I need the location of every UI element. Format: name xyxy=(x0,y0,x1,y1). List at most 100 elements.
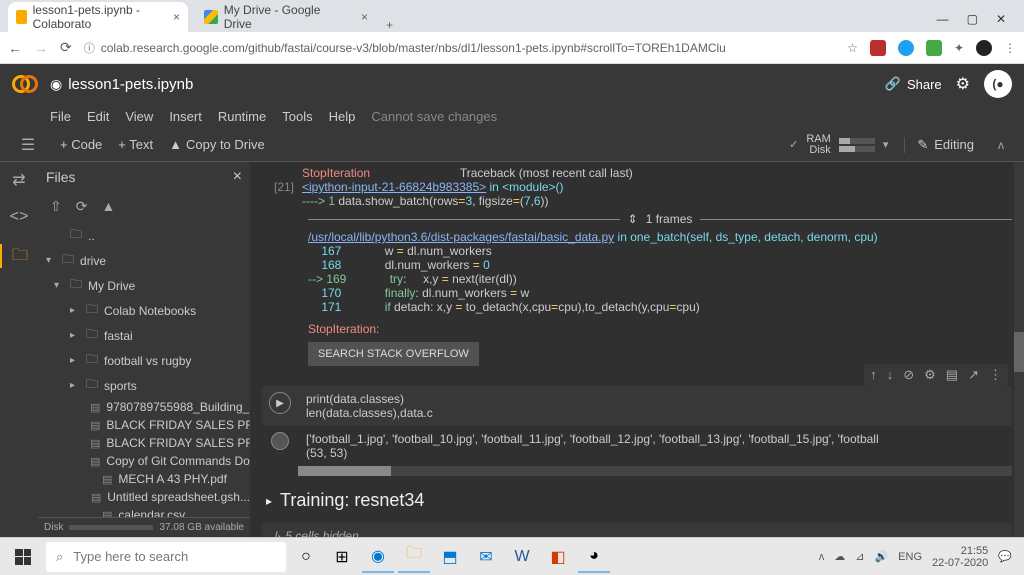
tree-folder[interactable]: ▸🗀sports xyxy=(38,373,250,398)
volume-icon[interactable]: 🔊 xyxy=(874,550,888,563)
vertical-scrollbar[interactable] xyxy=(1014,162,1024,537)
chevron-right-icon[interactable]: ▸ xyxy=(70,380,82,391)
close-panel-icon[interactable]: × xyxy=(233,168,242,186)
browser-menu-icon[interactable]: ⋮ xyxy=(1004,41,1016,55)
run-cell-button[interactable]: ▶ xyxy=(262,386,298,426)
extension-icon[interactable] xyxy=(870,40,886,56)
share-button[interactable]: 🔗 Share xyxy=(885,76,942,92)
cortana-icon[interactable]: ○ xyxy=(290,541,322,573)
add-code-button[interactable]: + Code xyxy=(60,137,102,152)
notebook-title[interactable]: lesson1-pets.ipynb xyxy=(68,76,193,93)
forward-button[interactable]: → xyxy=(34,40,48,56)
wifi-icon[interactable]: ⊿ xyxy=(855,550,864,563)
menu-help[interactable]: Help xyxy=(329,109,356,124)
code-editor[interactable]: print(data.classes) len(data.classes),da… xyxy=(298,386,1012,426)
extension-icon[interactable] xyxy=(898,40,914,56)
section-header[interactable]: ▸ Training: resnet34 xyxy=(250,476,1024,519)
taskbar-app-office[interactable]: ◧ xyxy=(542,541,574,573)
tree-file[interactable]: ▤Untitled spreadsheet.gsh... xyxy=(38,488,250,506)
back-button[interactable]: ← xyxy=(8,40,22,56)
taskbar-app-chrome[interactable]: ◕ xyxy=(578,541,610,573)
close-window-icon[interactable]: ✕ xyxy=(996,12,1006,26)
tree-folder[interactable]: ▸🗀Colab Notebooks xyxy=(38,298,250,323)
chevron-down-icon[interactable]: ▾ xyxy=(54,280,66,291)
chevron-right-icon[interactable]: ▸ xyxy=(70,330,82,341)
bookmark-star-icon[interactable]: ☆ xyxy=(847,41,858,55)
open-new-icon[interactable]: ↗ xyxy=(968,367,979,383)
code-cell[interactable]: ↑ ↓ ⊘ ⚙ ▤ ↗ ⋮ ▶ print(data.classes) len(… xyxy=(262,386,1012,476)
browser-tab-active[interactable]: lesson1-pets.ipynb - Colaborato × xyxy=(8,2,188,32)
upload-icon[interactable]: ⇧ xyxy=(50,198,62,215)
colab-logo-icon[interactable] xyxy=(12,71,38,97)
mirror-cell-icon[interactable]: ▤ xyxy=(946,367,958,383)
tray-expand-icon[interactable]: ʌ xyxy=(819,551,825,563)
taskbar-app-mail[interactable]: ✉ xyxy=(470,541,502,573)
traceback-link[interactable]: <ipython-input-21-66824b983385> xyxy=(302,180,486,194)
output-indicator-icon[interactable] xyxy=(271,432,289,450)
notebook-area[interactable]: StopIteration Traceback (most recent cal… xyxy=(250,162,1024,537)
move-down-icon[interactable]: ↓ xyxy=(887,367,894,383)
browser-tab-inactive[interactable]: My Drive - Google Drive × xyxy=(196,2,376,32)
cell-settings-icon[interactable]: ⚙ xyxy=(924,367,936,383)
chevron-right-icon[interactable]: ▸ xyxy=(70,305,82,316)
menu-file[interactable]: File xyxy=(50,109,71,124)
tree-folder[interactable]: ▸🗀football vs rugby xyxy=(38,348,250,373)
hidden-cells-indicator[interactable]: ↳ 5 cells hidden xyxy=(262,523,1012,537)
language-indicator[interactable]: ENG xyxy=(898,551,922,563)
frames-divider[interactable]: ⇕1 frames xyxy=(308,212,1012,226)
taskbar-app-word[interactable]: W xyxy=(506,541,538,573)
onedrive-icon[interactable]: ☁ xyxy=(834,550,845,563)
extensions-menu-icon[interactable]: ✦ xyxy=(954,41,964,55)
copy-to-drive-button[interactable]: ▲ Copy to Drive xyxy=(169,137,265,152)
tree-file[interactable]: ▤MECH A 43 PHY.pdf xyxy=(38,470,250,488)
tree-updir[interactable]: 🗀.. xyxy=(38,223,250,248)
menu-view[interactable]: View xyxy=(125,109,153,124)
windows-search-input[interactable]: ⌕ Type here to search xyxy=(46,542,286,572)
refresh-icon[interactable]: ⟳ xyxy=(76,198,88,215)
link-cell-icon[interactable]: ⊘ xyxy=(903,367,914,383)
minimize-icon[interactable]: — xyxy=(937,12,949,26)
move-up-icon[interactable]: ↑ xyxy=(870,367,877,383)
chevron-right-icon[interactable]: ▸ xyxy=(70,355,82,366)
resource-monitor[interactable]: ✓ RAM Disk ▾ xyxy=(789,134,888,156)
maximize-icon[interactable]: ▢ xyxy=(967,12,978,26)
close-tab-icon[interactable]: × xyxy=(173,10,180,24)
chevron-right-icon[interactable]: ▸ xyxy=(266,494,272,508)
cell-menu-icon[interactable]: ⋮ xyxy=(989,367,1002,383)
tree-file[interactable]: ▤calendar.csv xyxy=(38,506,250,517)
tree-file[interactable]: ▤BLACK FRIDAY SALES PRE... xyxy=(38,434,250,452)
horizontal-scrollbar[interactable] xyxy=(298,466,1012,476)
tree-folder-mydrive[interactable]: ▾🗀My Drive xyxy=(38,273,250,298)
tree-file[interactable]: ▤Copy of Git Commands Do... xyxy=(38,452,250,470)
user-avatar[interactable]: (● xyxy=(984,70,1012,98)
clock[interactable]: 21:55 22-07-2020 xyxy=(932,545,988,569)
menu-runtime[interactable]: Runtime xyxy=(218,109,266,124)
file-tree[interactable]: 🗀.. ▾🗀drive ▾🗀My Drive ▸🗀Colab Notebooks… xyxy=(38,221,250,517)
url-input[interactable]: ⓘ colab.research.google.com/github/fasta… xyxy=(84,40,835,56)
extension-icon[interactable] xyxy=(926,40,942,56)
menu-edit[interactable]: Edit xyxy=(87,109,109,124)
files-tab-icon[interactable]: 🗀 xyxy=(0,244,38,268)
tree-file[interactable]: ▤9780789755988_Building_... xyxy=(38,398,250,416)
editing-mode-button[interactable]: ✎ Editing xyxy=(904,137,974,153)
traceback-link[interactable]: /usr/local/lib/python3.6/dist-packages/f… xyxy=(308,230,614,244)
start-button[interactable] xyxy=(4,538,42,575)
toc-toggle-icon[interactable]: ☰ xyxy=(12,135,44,155)
menu-tools[interactable]: Tools xyxy=(282,109,312,124)
close-tab-icon[interactable]: × xyxy=(361,10,368,24)
collapse-button[interactable]: ʌ xyxy=(990,138,1012,152)
find-replace-icon[interactable]: ⇄ xyxy=(12,170,25,190)
code-snippets-icon[interactable]: <> xyxy=(10,208,29,226)
mount-drive-icon[interactable]: ▲ xyxy=(101,198,115,215)
notifications-icon[interactable]: 💬 xyxy=(998,550,1012,563)
tree-folder-drive[interactable]: ▾🗀drive xyxy=(38,248,250,273)
extension-icon[interactable] xyxy=(976,40,992,56)
task-view-icon[interactable]: ⊞ xyxy=(326,541,358,573)
new-tab-button[interactable]: + xyxy=(376,18,403,32)
reload-button[interactable]: ⟳ xyxy=(60,39,72,56)
settings-button[interactable]: ⚙ xyxy=(956,74,970,94)
tree-folder[interactable]: ▸🗀fastai xyxy=(38,323,250,348)
dropdown-arrow-icon[interactable]: ▾ xyxy=(883,138,889,151)
taskbar-app-edge[interactable]: ◉ xyxy=(362,541,394,573)
tree-file[interactable]: ▤BLACK FRIDAY SALES PRE... xyxy=(38,416,250,434)
